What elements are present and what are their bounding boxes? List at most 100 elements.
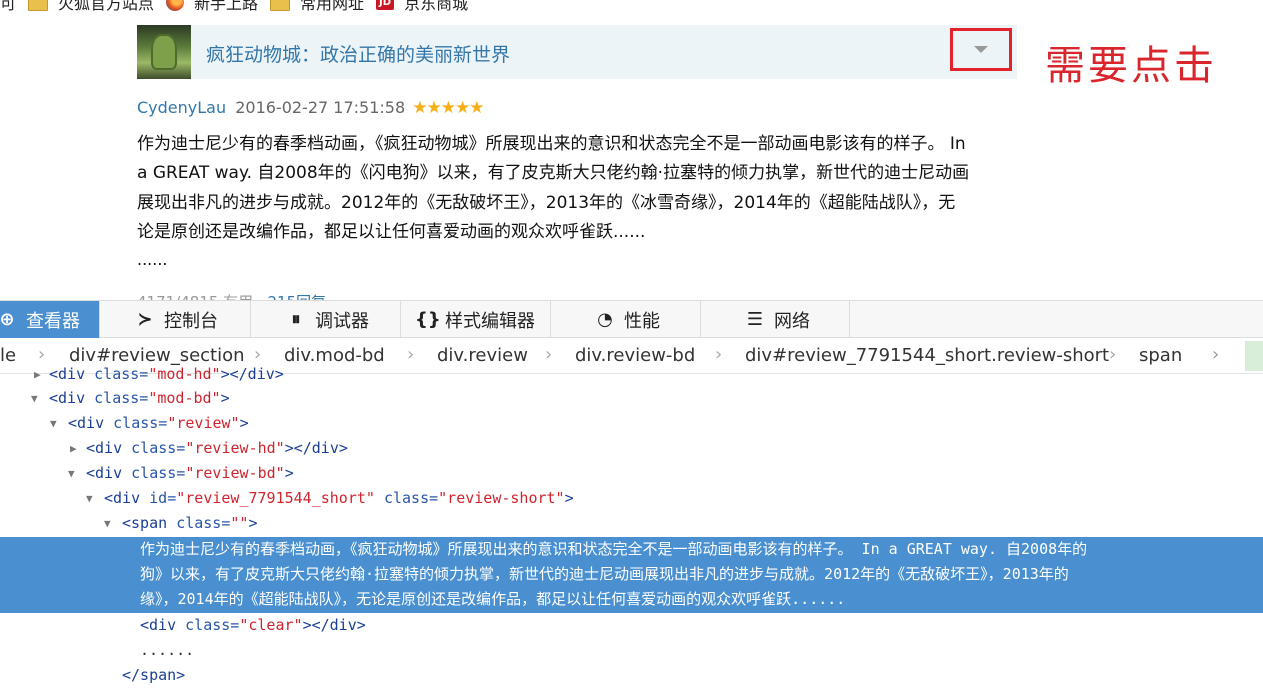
folder-icon bbox=[28, 0, 49, 11]
movie-poster[interactable] bbox=[137, 25, 191, 79]
expand-triangle-icon[interactable]: ▼ bbox=[31, 386, 38, 411]
bookmark-label: 新手上路 bbox=[194, 0, 259, 13]
folder-icon bbox=[270, 0, 291, 11]
tag-name: <div bbox=[104, 489, 150, 507]
attr-name: class= bbox=[185, 616, 240, 634]
expand-triangle-icon[interactable]: ▼ bbox=[104, 511, 111, 536]
bookmark-label: 京东商城 bbox=[404, 0, 469, 13]
style-editor-icon: {} bbox=[415, 309, 441, 330]
tab-console[interactable]: ≻ 控制台 bbox=[124, 301, 251, 338]
attr-value: "" bbox=[230, 514, 249, 532]
markup-view: ▶ <div class="mod-hd"></div> ▼ <div clas… bbox=[0, 362, 1263, 690]
bookmark-partial[interactable]: 可 bbox=[0, 0, 16, 13]
tag-close: > bbox=[239, 414, 249, 432]
bookmark-common-sites[interactable]: 常用网址 bbox=[270, 0, 364, 13]
markup-node[interactable]: ▼ <div class="mod-bd"> bbox=[0, 386, 1263, 411]
bookmark-jd[interactable]: JD 京东商城 bbox=[376, 0, 468, 13]
attr-value: "mod-hd" bbox=[148, 365, 221, 383]
markup-node[interactable]: ▼ <div id="review_7791544_short" class="… bbox=[0, 486, 1263, 511]
review-meta: CydenyLau 2016-02-27 17:51:58 ★★★★★ bbox=[137, 98, 484, 118]
author-link[interactable]: CydenyLau bbox=[137, 98, 226, 117]
annotation-label: 需要点击 bbox=[1045, 43, 1217, 89]
inspector-icon: ⊕ bbox=[0, 309, 15, 330]
markup-node[interactable]: ▼ <div class="review-bd"> bbox=[0, 461, 1263, 486]
text-node-line: 作为迪士尼少有的春季档动画，《疯狂动物城》所展现出来的意识和状态完全不是一部动画… bbox=[140, 540, 1088, 558]
console-icon: ≻ bbox=[137, 309, 153, 330]
bookmark-label: 火狐官方站点 bbox=[58, 0, 155, 13]
firefox-icon bbox=[166, 0, 185, 11]
expand-triangle-icon[interactable]: ▼ bbox=[86, 486, 93, 511]
markup-node[interactable]: ▶ <div class="review-hd"></div> bbox=[0, 436, 1263, 461]
performance-icon: ◔ bbox=[597, 309, 613, 330]
attr-value: "review-hd" bbox=[185, 439, 285, 457]
review-title-link[interactable]: 疯狂动物城：政治正确的美丽新世界 bbox=[206, 40, 510, 67]
devtools-toolbar: ⊕ 查看器 ≻ 控制台 ⏸ 调试器 {} 样式编辑器 ◔ 性能 ☰ 网络 bbox=[0, 300, 1263, 338]
chevron-down-icon bbox=[974, 46, 988, 53]
tab-label: 网络 bbox=[774, 310, 810, 332]
star-rating: ★★★★★ bbox=[412, 98, 484, 118]
tag-close: ></div> bbox=[220, 365, 284, 383]
debugger-icon: ⏸ bbox=[291, 309, 301, 330]
text-node-line: 狗》以来，有了皮克斯大只佬约翰·拉塞特的倾力执掌，新世代的迪士尼动画展现出非凡的… bbox=[140, 565, 1069, 583]
attr-value: "review_7791544_short" bbox=[176, 489, 375, 507]
markup-text-node[interactable]: ...... bbox=[0, 638, 1263, 663]
tag-close: > bbox=[220, 389, 230, 407]
review-text-line: 作为迪士尼少有的春季档动画，《疯狂动物城》所展现出来的意识和状态完全不是一部动画… bbox=[137, 134, 966, 154]
review-header: 疯狂动物城：政治正确的美丽新世界 bbox=[137, 25, 1017, 79]
attr-name: class= bbox=[131, 439, 186, 457]
tab-label: 调试器 bbox=[315, 310, 369, 332]
tab-network[interactable]: ☰ 网络 bbox=[734, 301, 850, 338]
text-node-line: 缘》，2014年的《超能陆战队》，无论是原创还是改编作品，都足以让任何喜爱动画的… bbox=[140, 590, 846, 608]
markup-node[interactable]: ▶ <div class="mod-hd"></div> bbox=[0, 362, 1263, 387]
tag-close: ></div> bbox=[302, 616, 366, 634]
expand-triangle-icon[interactable]: ▼ bbox=[68, 461, 75, 486]
attr-value: "clear" bbox=[239, 616, 303, 634]
tag-close: > bbox=[284, 464, 294, 482]
markup-node[interactable]: ▼ <span class=""> bbox=[0, 511, 1263, 536]
tab-label: 性能 bbox=[624, 310, 660, 332]
tag-name: <div bbox=[86, 439, 132, 457]
tag-close: > bbox=[564, 489, 574, 507]
tag-close: </span> bbox=[122, 666, 186, 684]
tab-style-editor[interactable]: {} 样式编辑器 bbox=[405, 301, 551, 338]
attr-name: class= bbox=[94, 389, 149, 407]
attr-value: "mod-bd" bbox=[148, 389, 221, 407]
bookmark-getting-started[interactable]: 新手上路 bbox=[166, 0, 258, 13]
attr-name: class= bbox=[374, 489, 439, 507]
tab-label: 样式编辑器 bbox=[445, 310, 535, 332]
bookmark-label: 常用网址 bbox=[300, 0, 365, 13]
tab-label: 控制台 bbox=[164, 310, 218, 332]
tag-close: > bbox=[248, 514, 258, 532]
network-icon: ☰ bbox=[746, 309, 764, 330]
collapse-triangle-icon[interactable]: ▶ bbox=[34, 362, 41, 387]
expand-review-button[interactable] bbox=[950, 28, 1012, 71]
attr-value: "review-bd" bbox=[185, 464, 285, 482]
tag-close: ></div> bbox=[284, 439, 348, 457]
tag-name: <div bbox=[86, 464, 132, 482]
tag-name: <div bbox=[140, 616, 186, 634]
tab-debugger[interactable]: ⏸ 调试器 bbox=[275, 301, 401, 338]
review-short-text: 作为迪士尼少有的春季档动画，《疯狂动物城》所展现出来的意识和状态完全不是一部动画… bbox=[137, 130, 1027, 247]
selected-text-node[interactable]: 作为迪士尼少有的春季档动画，《疯狂动物城》所展现出来的意识和状态完全不是一部动画… bbox=[0, 537, 1263, 613]
bookmark-firefox-official[interactable]: 火狐官方站点 bbox=[28, 0, 154, 13]
collapse-triangle-icon[interactable]: ▶ bbox=[70, 436, 77, 461]
attr-value: "review" bbox=[167, 414, 240, 432]
attr-name: class= bbox=[94, 365, 149, 383]
tab-performance[interactable]: ◔ 性能 bbox=[584, 301, 701, 338]
tag-name: <div bbox=[49, 389, 95, 407]
attr-name: class= bbox=[176, 514, 231, 532]
expand-triangle-icon[interactable]: ▼ bbox=[50, 411, 57, 436]
tag-name: <div bbox=[49, 365, 95, 383]
markup-node[interactable]: ▼ <div class="review"> bbox=[0, 411, 1263, 436]
bookmark-label: 可 bbox=[0, 0, 17, 13]
tag-name: <div bbox=[68, 414, 114, 432]
markup-node[interactable]: <div class="clear"></div> bbox=[0, 613, 1263, 638]
attr-name: class= bbox=[131, 464, 186, 482]
tab-inspector[interactable]: ⊕ 查看器 bbox=[0, 301, 100, 338]
tab-label: 查看器 bbox=[26, 310, 80, 332]
attr-name: class= bbox=[113, 414, 168, 432]
attr-name: id= bbox=[149, 489, 177, 507]
review-text-line: a GREAT way. 自2008年的《闪电狗》以来，有了皮克斯大只佬约翰·拉… bbox=[137, 163, 970, 184]
tag-name: <span bbox=[122, 514, 177, 532]
markup-node[interactable]: </span> bbox=[0, 663, 1263, 688]
